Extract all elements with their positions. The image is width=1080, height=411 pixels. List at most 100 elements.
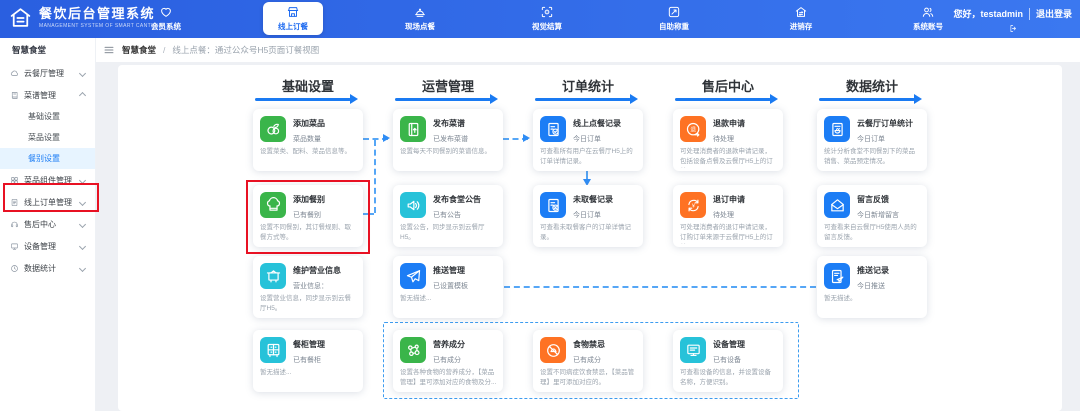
business-sign-icon [260,263,286,289]
order-record-icon [540,116,566,142]
card-unsubscribe-request[interactable]: ¥ 退订申请 待处理 可处理消费者的退订申请记录，订购订单来源于云餐厅H5上的订… [673,185,783,247]
flow-connector [503,138,528,140]
sidebar-item-online-order-manage[interactable]: 线上订单管理 [0,191,95,213]
chevron-up-icon [79,91,86,98]
sidebar-header: 智慧食堂 [0,38,95,62]
card-subtitle: 菜品数量 [293,134,321,144]
nav-item-label: 进销存 [790,21,813,32]
meal-type-icon [260,192,286,218]
card-push-record[interactable]: 推送记录 今日推送 暂无描述。 [817,256,927,318]
card-subtitle: 今日订单 [857,134,885,144]
card-description: 可处理消费者的退订申请记录，订购订单来源于云餐厅H5上的订单。 [680,223,777,244]
nav-item-inventory[interactable]: 进销存 [771,2,831,35]
card-feedback[interactable]: 留言反馈 今日新增留言 可查看来自云餐厅H5使用人员的留言反馈。 [817,185,927,247]
column-title-data-stats: 数据统计 [817,76,927,95]
nav-item-online-order[interactable]: 线上订餐 [263,2,323,35]
flow-connector [363,213,374,215]
flow-diagram-panel: 基础设置 运营管理 订单统计 售后中心 数据统计 添加菜品 菜品数量 设置菜类、… [118,65,1062,411]
sidebar-item-label: 数据统计 [24,263,75,274]
card-title: 维护营业信息 [293,265,341,276]
sidebar-item-device-manage[interactable]: 设备管理 [0,235,95,257]
svg-text:¥: ¥ [691,203,695,209]
card-description: 可查看未取餐客户的订单详情记录。 [540,223,637,243]
card-nutrition[interactable]: 营养成分 已有成分 设置各种食物的营养成分，【菜品管理】里可添加对应的食物及分.… [393,330,503,392]
nav-item-onsite-order[interactable]: 现场点餐 [390,2,450,35]
nav-item-vision-checkout[interactable]: 视觉结算 [517,2,577,35]
card-add-mealtype[interactable]: 添加餐别 已有餐别 设置不同餐别，其订餐规则、取餐方式等。 [253,185,363,247]
column-arrow [817,95,927,104]
card-description: 设置每天不同餐别的菜谱信息。 [400,147,497,157]
sidebar-subitem-basic-settings[interactable]: 基础设置 [0,106,95,127]
card-title: 发布食堂公告 [433,194,481,205]
sidebar-item-label: 售后中心 [24,219,75,230]
hamburger-icon[interactable] [103,44,115,56]
card-description: 设置不同病症饮食禁忌，【菜品管理】里可添加对应的。 [540,368,637,388]
card-title: 餐柜管理 [293,339,325,350]
user-greeting: 您好，testadmin [953,7,1023,20]
card-order-record[interactable]: 线上点餐记录 今日订单 可查看所有用户在云餐厅H5上的订单详情记录。 [533,109,643,171]
card-subtitle: 已有公告 [433,210,461,220]
sidebar-item-data-stats[interactable]: 数据统计 [0,257,95,279]
card-subtitle: 今日推送 [857,281,885,291]
flow-connector [586,171,588,183]
push-manage-icon [400,263,426,289]
card-uncollected-meal[interactable]: 未取餐记录 今日订单 可查看未取餐客户的订单详情记录。 [533,185,643,247]
card-refund-request[interactable]: 退 退款申请 待处理 可处理消费者的退款申请记录，包括设备点餐及云餐厅H5上的订… [673,109,783,171]
card-cabinet-manage[interactable]: 餐柜管理 已有餐柜 暂无描述... [253,330,363,392]
nav-item-self-weigh[interactable]: 自助称重 [644,2,704,35]
uncollected-meal-icon [540,192,566,218]
sidebar-item-cloud-restaurant[interactable]: 云餐厅管理 [0,62,95,84]
card-description: 设置菜类、配料、菜品信息等。 [260,147,357,157]
sidebar-item-label: 菜谱管理 [24,90,75,101]
sidebar-item-aftersale-center[interactable]: 售后中心 [0,213,95,235]
card-description: 暂无描述... [260,368,357,378]
publish-menu-icon [400,116,426,142]
card-add-dish[interactable]: 添加菜品 菜品数量 设置菜类、配料、菜品信息等。 [253,109,363,171]
card-title: 退款申请 [713,118,745,129]
card-business-info[interactable]: 维护营业信息 营业信息： 设置营业信息，同步显示到云餐厅H5。 [253,256,363,318]
inventory-icon [794,5,808,19]
online-order-manage-icon [10,198,19,207]
sidebar-subitem-dish-settings[interactable]: 菜品设置 [0,127,95,148]
announcement-icon [400,192,426,218]
card-publish-menu[interactable]: 发布菜谱 已发布菜谱 设置每天不同餐别的菜谱信息。 [393,109,503,171]
onsite-order-icon [413,5,427,19]
recipe-manage-icon [10,91,19,100]
sidebar-item-component-manage[interactable]: 菜品组件管理 [0,169,95,191]
nutrition-icon [400,337,426,363]
nav-item-label: 现场点餐 [405,21,435,32]
nav-item-system-account[interactable]: 系统账号 [898,2,958,35]
card-title: 未取餐记录 [573,194,613,205]
device-icon [680,337,706,363]
user-area: 您好，testadmin 退出登录 [953,7,1072,20]
card-title: 添加菜品 [293,118,325,129]
card-title: 设备管理 [713,339,745,350]
card-title: 营养成分 [433,339,465,350]
chevron-down-icon [79,176,86,183]
unsubscribe-request-icon: ¥ [680,192,706,218]
top-navbar: 餐饮后台管理系统 MANAGEMENT SYSTEM OF SMART CANT… [0,0,1080,38]
card-announcement[interactable]: 发布食堂公告 已有公告 设置公告，同步显示到云餐厅H5。 [393,185,503,247]
column-title-operations: 运营管理 [393,76,503,95]
card-food-taboo[interactable]: 食物禁忌 已有成分 设置不同病症饮食禁忌，【菜品管理】里可添加对应的。 [533,330,643,392]
card-title: 留言反馈 [857,194,889,205]
sidebar-item-recipe-manage[interactable]: 菜谱管理 [0,84,95,106]
card-device-manage[interactable]: 设备管理 已有设备 可查看设备的信息，并设置设备名称，方便识别。 [673,330,783,392]
card-order-stats[interactable]: 云餐厅订单统计 今日订单 统计分析食堂不同餐别下的菜品销售、菜品预定情况。 [817,109,927,171]
flow-connector [374,140,376,213]
card-description: 可处理消费者的退款申请记录，包括设备点餐及云餐厅H5上的订单... [680,147,777,168]
card-title: 线上点餐记录 [573,118,621,129]
nav-item-member-system[interactable]: 会员系统 [136,2,196,35]
card-description: 可查看来自云餐厅H5使用人员的留言反馈。 [824,223,921,243]
sidebar-subitem-mealtype-settings[interactable]: 餐别设置 [0,148,95,169]
nav-item-label: 会员系统 [151,21,181,32]
card-title: 食物禁忌 [573,339,605,350]
logout-button[interactable]: 退出登录 [1036,7,1072,20]
breadcrumb-root[interactable]: 智慧食堂 [122,44,156,56]
flow-connector [504,286,816,288]
card-push-manage[interactable]: 推送管理 已设置模板 暂无描述... [393,256,503,318]
nav-item-label: 系统账号 [913,21,943,32]
feedback-icon [824,192,850,218]
sidebar-item-label: 设备管理 [24,241,75,252]
logout-icon[interactable] [1009,24,1018,33]
